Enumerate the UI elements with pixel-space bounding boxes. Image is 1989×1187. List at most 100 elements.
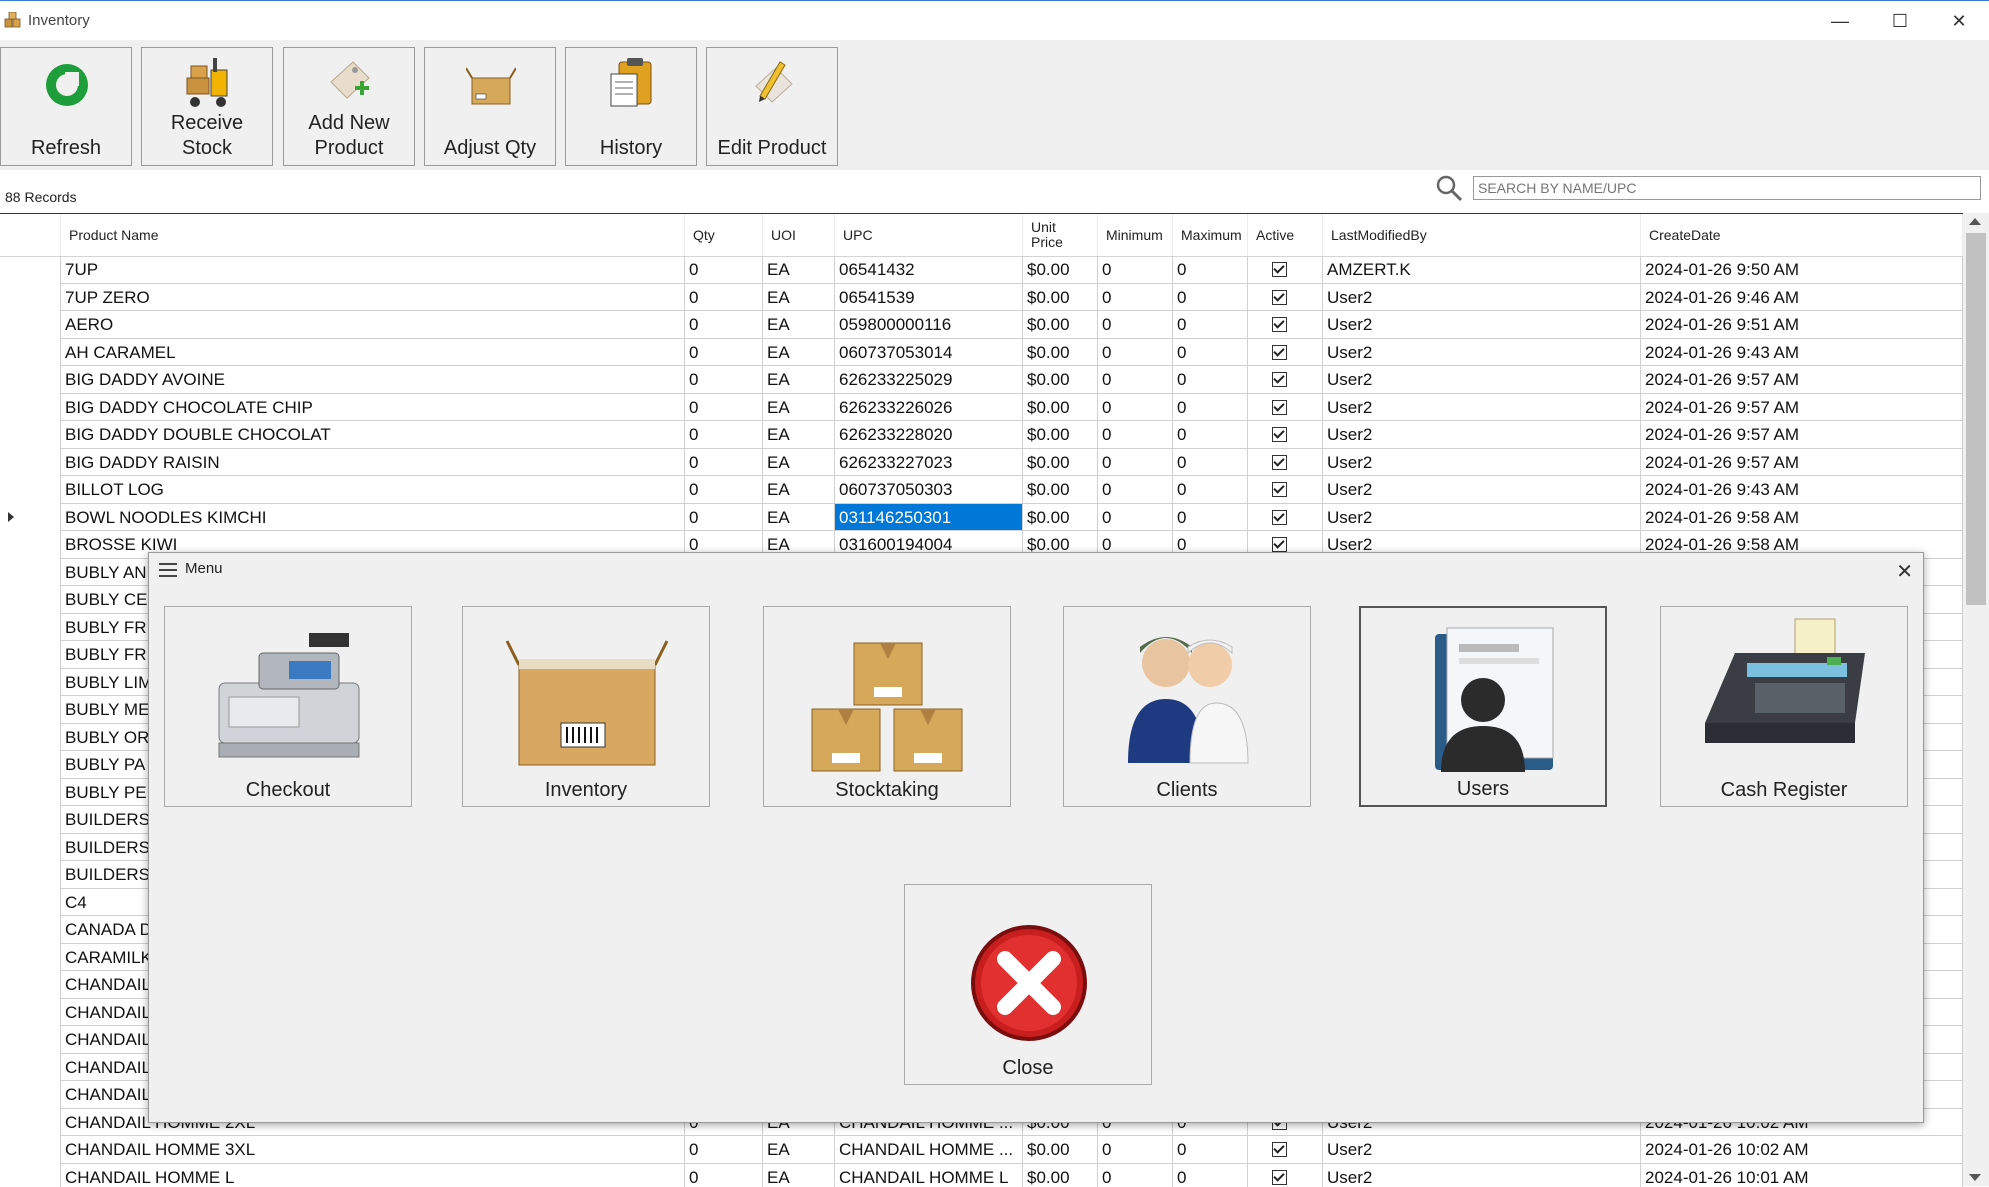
- col-upc-cell[interactable]: 626233227023: [835, 449, 1023, 477]
- row-header[interactable]: [0, 806, 61, 834]
- row-header[interactable]: [0, 614, 61, 642]
- col-uoi-header[interactable]: UOI: [763, 214, 835, 256]
- col-qty-cell[interactable]: 0: [685, 256, 763, 284]
- row-header[interactable]: [0, 1109, 61, 1137]
- col-uoi-cell[interactable]: EA: [763, 394, 835, 422]
- row-header[interactable]: [0, 1164, 61, 1187]
- col-maximum-cell[interactable]: 0: [1173, 256, 1248, 284]
- col-maximum-cell[interactable]: 0: [1173, 476, 1248, 504]
- col-maximum-header[interactable]: Maximum: [1173, 214, 1248, 256]
- col-upc-cell[interactable]: 626233226026: [835, 394, 1023, 422]
- table-row[interactable]: BIG DADDY DOUBLE CHOCOLAT0EA626233228020…: [0, 421, 1963, 449]
- col-product-name-cell[interactable]: BIG DADDY RAISIN: [61, 449, 685, 477]
- col-qty-header[interactable]: Qty: [685, 214, 763, 256]
- col-maximum-cell[interactable]: 0: [1173, 421, 1248, 449]
- row-header[interactable]: [0, 559, 61, 587]
- row-header[interactable]: [0, 339, 61, 367]
- row-header[interactable]: [0, 366, 61, 394]
- col-last-modified-by-cell[interactable]: User2: [1323, 1164, 1641, 1187]
- col-last-modified-by-cell[interactable]: User2: [1323, 366, 1641, 394]
- table-row[interactable]: BIG DADDY CHOCOLATE CHIP0EA626233226026$…: [0, 394, 1963, 422]
- col-minimum-cell[interactable]: 0: [1098, 476, 1173, 504]
- row-header[interactable]: [0, 696, 61, 724]
- col-unit-price-cell[interactable]: $0.00: [1023, 256, 1098, 284]
- col-active-cell[interactable]: [1248, 421, 1323, 449]
- col-product-name-cell[interactable]: AERO: [61, 311, 685, 339]
- row-header[interactable]: [0, 284, 61, 312]
- row-header[interactable]: [0, 724, 61, 752]
- col-product-name-cell[interactable]: 7UP: [61, 256, 685, 284]
- col-qty-cell[interactable]: 0: [685, 504, 763, 532]
- col-minimum-cell[interactable]: 0: [1098, 311, 1173, 339]
- col-qty-cell[interactable]: 0: [685, 394, 763, 422]
- col-upc-cell[interactable]: 626233225029: [835, 366, 1023, 394]
- col-uoi-cell[interactable]: EA: [763, 1164, 835, 1187]
- col-unit-price-cell[interactable]: $0.00: [1023, 449, 1098, 477]
- active-checkbox[interactable]: [1272, 290, 1287, 305]
- col-maximum-cell[interactable]: 0: [1173, 339, 1248, 367]
- table-row[interactable]: 7UP0EA06541432$0.0000AMZERT.K2024-01-26 …: [0, 256, 1963, 284]
- col-uoi-cell[interactable]: EA: [763, 421, 835, 449]
- row-header[interactable]: [0, 421, 61, 449]
- table-row[interactable]: AERO0EA059800000116$0.0000User22024-01-2…: [0, 311, 1963, 339]
- col-product-name-cell[interactable]: BOWL NOODLES KIMCHI: [61, 504, 685, 532]
- col-uoi-cell[interactable]: EA: [763, 284, 835, 312]
- col-last-modified-by-cell[interactable]: AMZERT.K: [1323, 256, 1641, 284]
- row-header[interactable]: [0, 531, 61, 559]
- row-header[interactable]: [0, 944, 61, 972]
- col-upc-header[interactable]: UPC: [835, 214, 1023, 256]
- close-menu-button[interactable]: Close: [904, 884, 1152, 1085]
- col-create-date-cell[interactable]: 2024-01-26 10:01 AM: [1641, 1164, 1963, 1187]
- row-header[interactable]: [0, 1136, 61, 1164]
- col-last-modified-by-cell[interactable]: User2: [1323, 284, 1641, 312]
- col-minimum-cell[interactable]: 0: [1098, 366, 1173, 394]
- col-unit-price-cell[interactable]: $0.00: [1023, 476, 1098, 504]
- active-checkbox[interactable]: [1272, 400, 1287, 415]
- active-checkbox[interactable]: [1272, 537, 1287, 552]
- window-close-button[interactable]: ✕: [1944, 7, 1974, 35]
- col-active-cell[interactable]: [1248, 394, 1323, 422]
- history-button[interactable]: History: [565, 47, 697, 166]
- search-input[interactable]: [1473, 176, 1981, 200]
- col-minimum-cell[interactable]: 0: [1098, 504, 1173, 532]
- col-last-modified-by-cell[interactable]: User2: [1323, 421, 1641, 449]
- row-header[interactable]: [0, 504, 61, 532]
- col-product-name-cell[interactable]: BILLOT LOG: [61, 476, 685, 504]
- adjust-qty-button[interactable]: Adjust Qty: [424, 47, 556, 166]
- col-qty-cell[interactable]: 0: [685, 311, 763, 339]
- col-last-modified-by-cell[interactable]: User2: [1323, 449, 1641, 477]
- col-qty-cell[interactable]: 0: [685, 366, 763, 394]
- row-header[interactable]: [0, 861, 61, 889]
- col-product-name-cell[interactable]: 7UP ZERO: [61, 284, 685, 312]
- table-row[interactable]: BOWL NOODLES KIMCHI0EA031146250301$0.000…: [0, 504, 1963, 532]
- col-uoi-cell[interactable]: EA: [763, 449, 835, 477]
- col-upc-cell[interactable]: 060737050303: [835, 476, 1023, 504]
- col-upc-cell[interactable]: 060737053014: [835, 339, 1023, 367]
- col-qty-cell[interactable]: 0: [685, 339, 763, 367]
- col-create-date-cell[interactable]: 2024-01-26 10:02 AM: [1641, 1136, 1963, 1164]
- col-upc-cell[interactable]: 059800000116: [835, 311, 1023, 339]
- col-maximum-cell[interactable]: 0: [1173, 449, 1248, 477]
- active-checkbox[interactable]: [1272, 262, 1287, 277]
- row-header[interactable]: [0, 779, 61, 807]
- col-active-cell[interactable]: [1248, 311, 1323, 339]
- col-maximum-cell[interactable]: 0: [1173, 394, 1248, 422]
- col-minimum-header[interactable]: Minimum: [1098, 214, 1173, 256]
- row-header[interactable]: [0, 586, 61, 614]
- active-checkbox[interactable]: [1272, 482, 1287, 497]
- col-uoi-cell[interactable]: EA: [763, 504, 835, 532]
- col-minimum-cell[interactable]: 0: [1098, 339, 1173, 367]
- col-maximum-cell[interactable]: 0: [1173, 366, 1248, 394]
- col-product-name-cell[interactable]: CHANDAIL HOMME L: [61, 1164, 685, 1187]
- col-product-name-header[interactable]: Product Name: [61, 214, 685, 256]
- col-last-modified-by-cell[interactable]: User2: [1323, 476, 1641, 504]
- col-uoi-cell[interactable]: EA: [763, 476, 835, 504]
- row-header[interactable]: [0, 311, 61, 339]
- col-create-date-cell[interactable]: 2024-01-26 9:57 AM: [1641, 366, 1963, 394]
- col-active-cell[interactable]: [1248, 1164, 1323, 1187]
- col-active-header[interactable]: Active: [1248, 214, 1323, 256]
- col-create-date-cell[interactable]: 2024-01-26 9:51 AM: [1641, 311, 1963, 339]
- active-checkbox[interactable]: [1272, 1142, 1287, 1157]
- col-active-cell[interactable]: [1248, 1136, 1323, 1164]
- col-unit-price-cell[interactable]: $0.00: [1023, 284, 1098, 312]
